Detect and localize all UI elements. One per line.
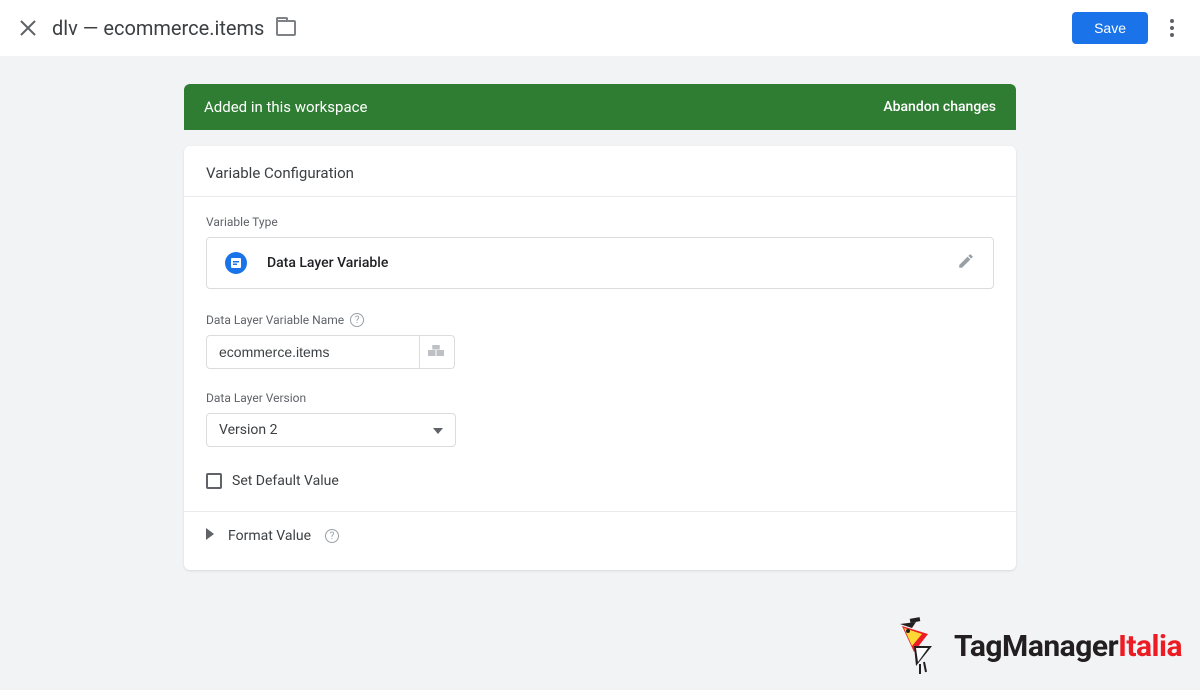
dlv-version-select[interactable]: Version 2 bbox=[206, 413, 456, 447]
dlv-name-input[interactable] bbox=[206, 335, 420, 369]
save-button[interactable]: Save bbox=[1072, 12, 1148, 44]
dlv-version-label: Data Layer Version bbox=[206, 391, 994, 405]
workspace-change-banner: Added in this workspace Abandon changes bbox=[184, 84, 1016, 130]
dlv-version-value: Version 2 bbox=[219, 422, 277, 438]
help-icon[interactable]: ? bbox=[325, 529, 339, 543]
format-value-row[interactable]: Format Value ? bbox=[206, 512, 994, 560]
dlv-name-group: Data Layer Variable Name ? bbox=[206, 313, 994, 369]
watermark-text: TagManagerItalia bbox=[954, 629, 1182, 664]
dlv-version-group: Data Layer Version Version 2 bbox=[206, 391, 994, 447]
chevron-right-icon bbox=[206, 528, 214, 544]
variable-title[interactable]: dlv — ecommerce.items bbox=[52, 16, 264, 40]
variable-type-name: Data Layer Variable bbox=[267, 255, 388, 271]
editor-panel: Added in this workspace Abandon changes … bbox=[184, 84, 1016, 570]
chevron-down-icon bbox=[433, 422, 443, 438]
woodpecker-icon bbox=[892, 616, 948, 676]
set-default-checkbox[interactable] bbox=[206, 473, 222, 489]
variable-type-selector[interactable]: Data Layer Variable bbox=[206, 237, 994, 289]
folder-icon[interactable] bbox=[276, 20, 296, 36]
abandon-changes-link[interactable]: Abandon changes bbox=[883, 99, 996, 115]
set-default-label: Set Default Value bbox=[232, 473, 339, 489]
dlv-name-row bbox=[206, 335, 994, 369]
close-icon[interactable] bbox=[16, 16, 40, 40]
watermark-logo: TagManagerItalia bbox=[892, 616, 1182, 676]
data-layer-variable-icon bbox=[225, 252, 247, 274]
format-value-label: Format Value bbox=[228, 528, 311, 544]
header-actions: Save bbox=[1072, 12, 1184, 44]
variable-type-label: Variable Type bbox=[206, 215, 994, 229]
editor-header: dlv — ecommerce.items Save bbox=[0, 0, 1200, 56]
edit-icon[interactable] bbox=[957, 252, 975, 274]
insert-variable-icon[interactable] bbox=[420, 335, 455, 369]
help-icon[interactable]: ? bbox=[350, 313, 364, 327]
dlv-name-label: Data Layer Variable Name ? bbox=[206, 313, 994, 327]
more-menu-icon[interactable] bbox=[1160, 16, 1184, 40]
card-body: Variable Type Data Layer Variable Data L… bbox=[184, 197, 1016, 570]
card-title: Variable Configuration bbox=[184, 146, 1016, 197]
variable-config-card: Variable Configuration Variable Type Dat… bbox=[184, 146, 1016, 570]
set-default-row[interactable]: Set Default Value bbox=[206, 469, 994, 505]
banner-text: Added in this workspace bbox=[204, 98, 367, 116]
